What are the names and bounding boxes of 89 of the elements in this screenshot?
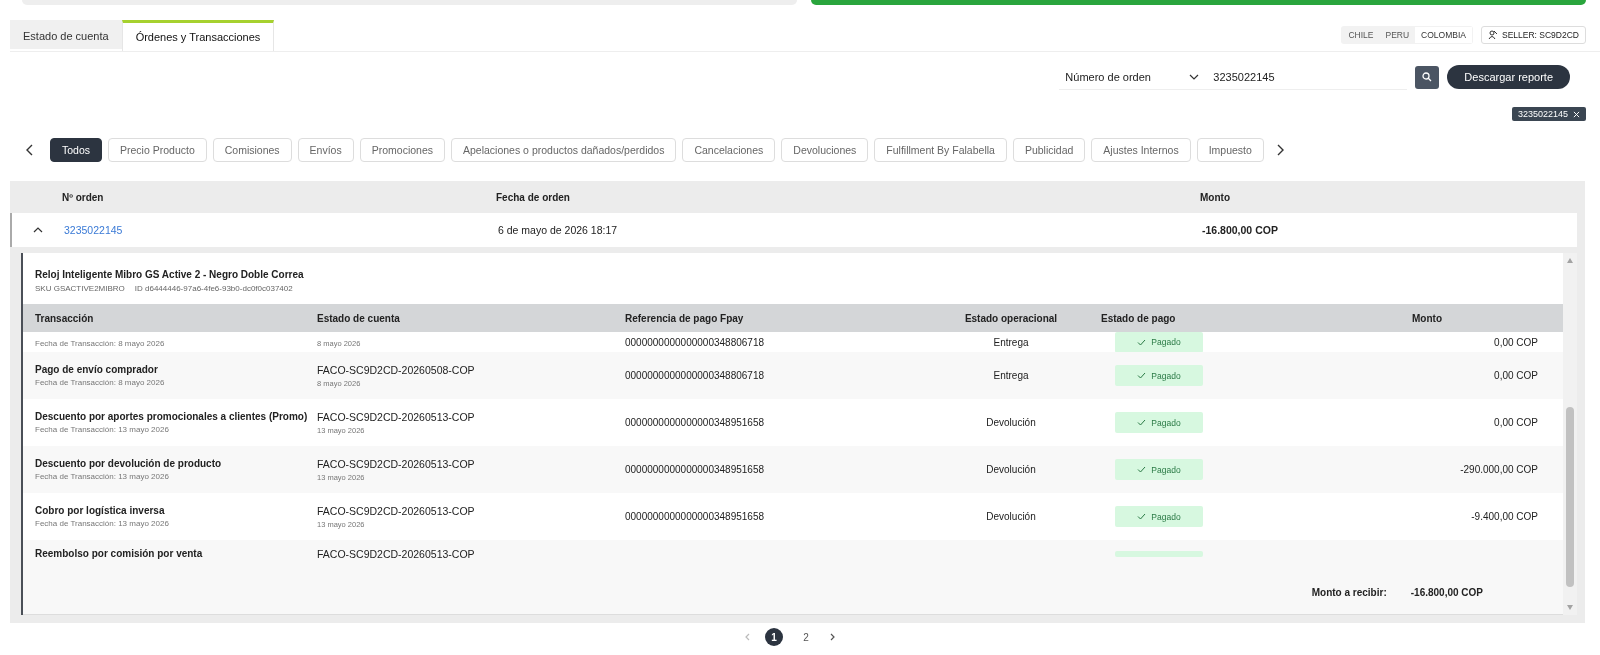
table-cell-text: 6 de mayo de 2026 18:17 bbox=[498, 224, 619, 236]
category-filter[interactable]: Impuesto bbox=[1196, 138, 1264, 162]
transaction-title: Cobro por logística inversa bbox=[35, 505, 166, 516]
operational-status: Devolución bbox=[986, 417, 1036, 428]
category-filter[interactable]: Ajustes Internos bbox=[1091, 138, 1191, 162]
seller-button[interactable]: SELLER: SC9D2CD bbox=[1481, 25, 1586, 44]
column-header: Monto bbox=[1200, 191, 1231, 203]
transaction-amount: 0,00 COP bbox=[1494, 336, 1538, 348]
transaction-amount: 0,00 COP bbox=[1494, 417, 1538, 428]
statement-id: FACO-SC9D2CD-20260513-COP bbox=[317, 504, 476, 517]
page-button[interactable]: 1 bbox=[765, 628, 783, 646]
payment-reference: 0000000000000000348951658 bbox=[625, 464, 765, 475]
statement-id: FACO-SC9D2CD-20260508-COP bbox=[317, 363, 476, 376]
check-icon bbox=[1137, 372, 1147, 379]
transaction-title: Reembolso por comisión por venta bbox=[35, 548, 204, 559]
transaction-amount: 0,00 COP bbox=[1494, 370, 1538, 381]
payment-reference: 0000000000000000348806718 bbox=[625, 336, 765, 348]
transaction-amount: -9.400,00 COP bbox=[1471, 511, 1538, 522]
chevron-right-icon[interactable] bbox=[1275, 144, 1284, 156]
product-sku: SKU GSACTIVE2MIBRO bbox=[35, 284, 125, 293]
transaction-date: Fecha de Transacción: 13 mayo 2026 bbox=[35, 425, 170, 434]
operational-status: Entrega bbox=[993, 336, 1029, 348]
tab[interactable]: Estado de cuenta bbox=[10, 20, 122, 49]
transaction-title: Descuento por devolución de producto bbox=[35, 458, 223, 469]
check-icon bbox=[1137, 419, 1147, 426]
product-name: Reloj Inteligente Mibro GS Active 2 - Negro Doble Correa bbox=[35, 269, 305, 280]
column-header: Nº orden bbox=[62, 191, 105, 203]
transaction-date: Fecha de Transacción: 13 mayo 2026 bbox=[35, 519, 170, 528]
column-header: Estado de cuenta bbox=[317, 312, 401, 324]
table-cell-text: -16.800,00 COP bbox=[1202, 224, 1279, 236]
chevron-down-icon bbox=[1189, 73, 1200, 80]
user-icon bbox=[1488, 29, 1498, 40]
column-header: Fecha de orden bbox=[496, 191, 571, 203]
payment-status-badge: Pagado bbox=[1115, 331, 1203, 353]
chevron-up-icon[interactable] bbox=[33, 227, 43, 233]
search-button[interactable] bbox=[1415, 65, 1440, 89]
payment-reference: 0000000000000000348951658 bbox=[625, 511, 765, 522]
column-header: Estado operacional bbox=[963, 312, 1059, 324]
category-filter[interactable]: Fulfillment By Falabella bbox=[874, 138, 1007, 162]
category-filter[interactable]: Apelaciones o productos dañados/perdidos bbox=[451, 138, 677, 162]
transaction-amount: -290.000,00 COP bbox=[1460, 464, 1538, 475]
statement-id: FACO-SC9D2CD-20260513-COP bbox=[317, 410, 476, 423]
column-header: Monto bbox=[1411, 312, 1443, 324]
chevron-right-icon[interactable] bbox=[829, 633, 836, 641]
category-filter[interactable]: Promociones bbox=[359, 138, 445, 162]
payment-reference: 0000000000000000348806718 bbox=[625, 370, 765, 381]
close-icon[interactable] bbox=[1573, 110, 1580, 118]
tab[interactable]: Órdenes y Transacciones bbox=[121, 20, 275, 51]
category-filter[interactable]: Publicidad bbox=[1012, 138, 1086, 162]
order-link[interactable]: 3235022145 bbox=[64, 224, 498, 236]
category-filter[interactable]: Envíos bbox=[297, 138, 354, 162]
operational-status: Entrega bbox=[993, 370, 1029, 381]
total-label: Monto a recibir: bbox=[1311, 586, 1387, 598]
country-option[interactable]: PERU bbox=[1379, 26, 1416, 43]
statement-id: FACO-SC9D2CD-20260513-COP bbox=[317, 457, 476, 470]
category-filter[interactable]: Devoluciones bbox=[781, 138, 869, 162]
check-icon bbox=[1137, 513, 1147, 520]
transaction-date: Fecha de Transacción: 13 mayo 2026 bbox=[35, 472, 170, 481]
column-header: Referencia de pago Fpay bbox=[625, 312, 745, 324]
statement-id: FACO-SC9D2CD-20260513-COP bbox=[317, 548, 476, 560]
total-amount: -16.800,00 COP bbox=[1410, 586, 1483, 598]
category-filter[interactable]: Cancelaciones bbox=[682, 138, 776, 162]
column-header: Transacción bbox=[34, 312, 95, 324]
product-id: ID d6444446-97a6-4fe6-93b0-dc0f0c037402 bbox=[134, 284, 293, 293]
transaction-date: Fecha de Transacción: 8 mayo 2026 bbox=[35, 378, 166, 387]
page-button[interactable]: 2 bbox=[797, 628, 815, 646]
payment-reference: 0000000000000000348951658 bbox=[625, 417, 765, 428]
country-option[interactable]: COLOMBIA bbox=[1415, 26, 1472, 43]
download-report-button[interactable]: Descargar reporte bbox=[1447, 65, 1570, 89]
search-icon bbox=[1422, 72, 1433, 82]
payment-status-badge: Pagado bbox=[1115, 365, 1203, 386]
country-option[interactable]: CHILE bbox=[1342, 26, 1380, 43]
transaction-title: Pago de envío comprador bbox=[35, 364, 159, 375]
operational-status: Devolución bbox=[986, 464, 1036, 475]
operational-status: Devolución bbox=[986, 511, 1036, 522]
check-icon bbox=[1137, 338, 1147, 346]
column-header: Estado de pago bbox=[1101, 312, 1177, 324]
chevron-left-icon[interactable] bbox=[26, 144, 34, 156]
check-icon bbox=[1137, 466, 1147, 473]
transaction-date: Fecha de Transacción: 8 mayo 2026 bbox=[35, 339, 166, 348]
category-filter[interactable]: Precio Producto bbox=[108, 138, 207, 162]
transaction-title: Descuento por aportes promocionales a clientes (Promo) bbox=[35, 411, 309, 422]
scrollbar[interactable] bbox=[1563, 253, 1577, 615]
payment-status-badge: Pagado bbox=[1115, 412, 1203, 433]
filter-chip[interactable]: 3235022145 bbox=[1511, 107, 1586, 121]
payment-status-badge: Pagado bbox=[1115, 506, 1203, 527]
category-filter[interactable]: Todos bbox=[50, 138, 103, 162]
payment-status-badge: Pagado bbox=[1115, 459, 1203, 480]
category-filter[interactable]: Comisiones bbox=[212, 138, 292, 162]
